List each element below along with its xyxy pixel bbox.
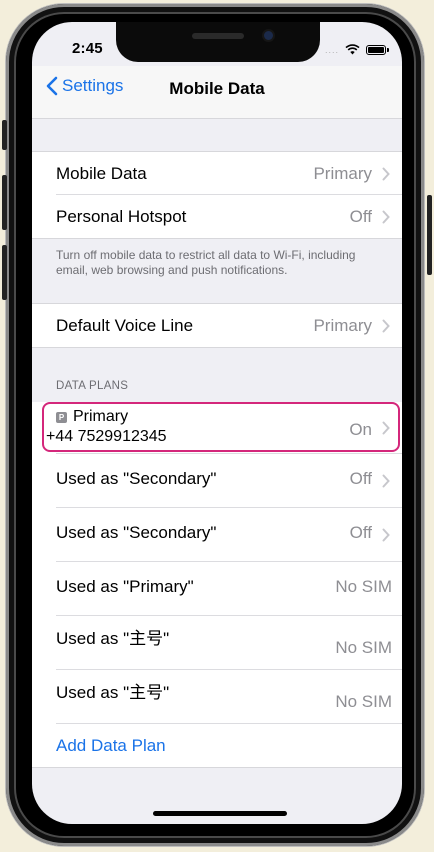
- data-plans-header: DATA PLANS: [56, 380, 129, 392]
- wifi-icon: [345, 44, 360, 55]
- power-button: [427, 195, 432, 275]
- navigation-bar: Settings Mobile Data: [32, 66, 402, 119]
- mobile-data-footnote: Turn off mobile data to restrict all dat…: [56, 248, 356, 277]
- row-label: Mobile Data: [56, 163, 147, 183]
- data-plan-row[interactable]: Used as "主号" No SIM: [32, 616, 402, 670]
- row-value: Primary: [313, 315, 372, 335]
- status-time: 2:45: [72, 40, 103, 57]
- status-icons: ....: [324, 44, 389, 55]
- add-data-plan-button[interactable]: Add Data Plan: [32, 724, 402, 767]
- sim-badge-icon: P: [56, 411, 67, 423]
- data-plan-row[interactable]: Used as "主号" No SIM: [32, 670, 402, 724]
- row-value: No SIM: [335, 577, 392, 596]
- chevron-right-icon: [382, 421, 390, 435]
- signal-icon: ....: [324, 44, 339, 55]
- settings-list: Mobile Data Primary Personal Hotspot Off…: [32, 119, 402, 768]
- row-value: Off: [349, 206, 372, 226]
- chevron-right-icon: [382, 474, 390, 488]
- personal-hotspot-row[interactable]: Personal Hotspot Off: [32, 195, 402, 238]
- mobile-data-section: Mobile Data Primary Personal Hotspot Off: [32, 151, 402, 239]
- plan-title: P Primary: [56, 408, 128, 426]
- row-label: Used as "主号": [56, 629, 170, 648]
- row-label: Personal Hotspot: [56, 206, 187, 226]
- chevron-right-icon: [382, 167, 390, 180]
- plan-phone-number: +44 7529912345: [46, 428, 167, 445]
- chevron-right-icon: [382, 528, 390, 542]
- row-value: Off: [349, 523, 372, 542]
- data-plan-row[interactable]: Used as "Secondary" Off: [32, 454, 402, 508]
- row-value: On: [349, 420, 372, 439]
- front-camera: [264, 31, 273, 40]
- data-plan-row[interactable]: Used as "Secondary" Off: [32, 508, 402, 562]
- row-label: Default Voice Line: [56, 315, 194, 335]
- mobile-data-row[interactable]: Mobile Data Primary: [32, 152, 402, 195]
- speaker-grille: [192, 33, 244, 39]
- battery-icon: [366, 44, 389, 55]
- page-title: Mobile Data: [169, 79, 265, 98]
- data-plans-section: P Primary +44 7529912345 On Used as "Sec…: [32, 402, 402, 768]
- row-label: Used as "Secondary": [56, 523, 217, 542]
- chevron-right-icon: [382, 319, 390, 332]
- voice-line-section: Default Voice Line Primary: [32, 303, 402, 348]
- data-plan-primary[interactable]: P Primary +44 7529912345 On: [32, 402, 402, 454]
- row-value: No SIM: [335, 692, 392, 711]
- row-label: Used as "Primary": [56, 577, 194, 596]
- plan-label: Primary: [73, 408, 129, 425]
- mute-switch: [2, 120, 7, 150]
- data-plan-row[interactable]: Used as "Primary" No SIM: [32, 562, 402, 616]
- row-label: Used as "Secondary": [56, 469, 217, 488]
- default-voice-line-row[interactable]: Default Voice Line Primary: [32, 304, 402, 347]
- volume-down-button: [2, 245, 7, 300]
- row-value: Off: [349, 469, 372, 488]
- row-label: Used as "主号": [56, 683, 170, 702]
- home-indicator[interactable]: [153, 811, 287, 816]
- row-value: Primary: [313, 163, 372, 183]
- chevron-right-icon: [382, 210, 390, 223]
- notch: [116, 22, 320, 62]
- volume-up-button: [2, 175, 7, 230]
- row-value: No SIM: [335, 638, 392, 657]
- screen: 2:45 .... Settings Mobile Data Mobile Da…: [32, 22, 402, 824]
